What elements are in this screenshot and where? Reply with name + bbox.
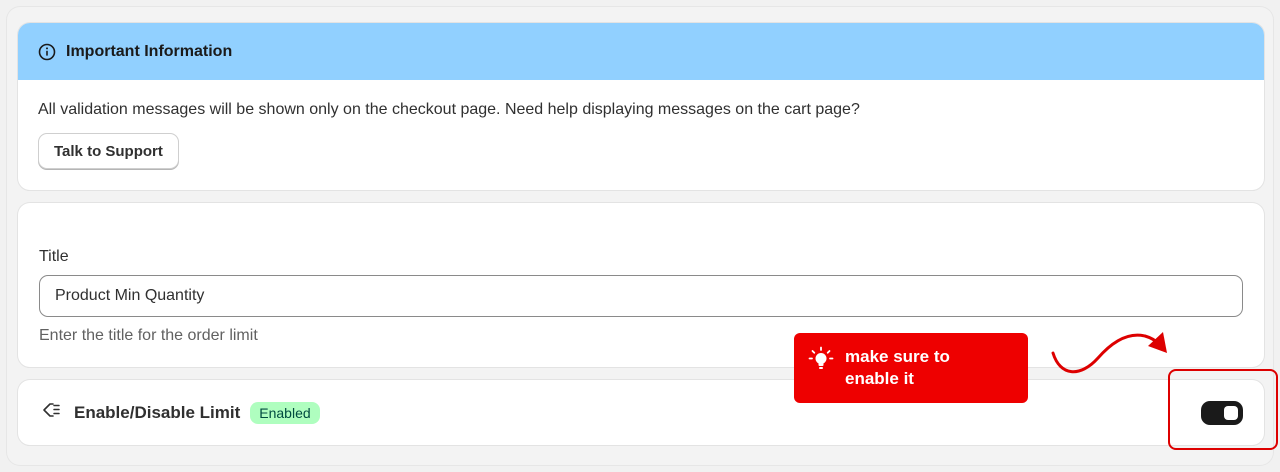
price-tag-icon bbox=[40, 399, 64, 426]
lightbulb-icon bbox=[808, 346, 834, 372]
title-input[interactable] bbox=[39, 275, 1243, 317]
banner-message: All validation messages will be shown on… bbox=[38, 101, 860, 118]
banner-body: All validation messages will be shown on… bbox=[18, 80, 1264, 169]
enable-limit-card: Enable/Disable Limit Enabled bbox=[18, 380, 1264, 445]
banner-title: Important Information bbox=[66, 42, 233, 60]
annotation-tooltip: make sure to enable it bbox=[794, 333, 1028, 403]
enable-limit-label: Enable/Disable Limit bbox=[74, 402, 241, 422]
title-label: Title bbox=[39, 248, 69, 265]
status-badge: Enabled bbox=[250, 401, 320, 424]
toggle-highlight-box bbox=[1168, 369, 1278, 450]
title-help-text: Enter the title for the order limit bbox=[39, 327, 258, 344]
page: Important Information All validation mes… bbox=[0, 0, 1280, 472]
enable-limit-row: Enable/Disable Limit Enabled bbox=[40, 380, 320, 445]
talk-to-support-button[interactable]: Talk to Support bbox=[38, 133, 179, 169]
important-info-banner: Important Information All validation mes… bbox=[18, 23, 1264, 190]
tooltip-text: make sure to enable it bbox=[845, 347, 950, 388]
info-icon bbox=[38, 43, 56, 61]
annotation-arrow bbox=[1051, 332, 1167, 374]
banner-header: Important Information bbox=[18, 23, 1264, 80]
